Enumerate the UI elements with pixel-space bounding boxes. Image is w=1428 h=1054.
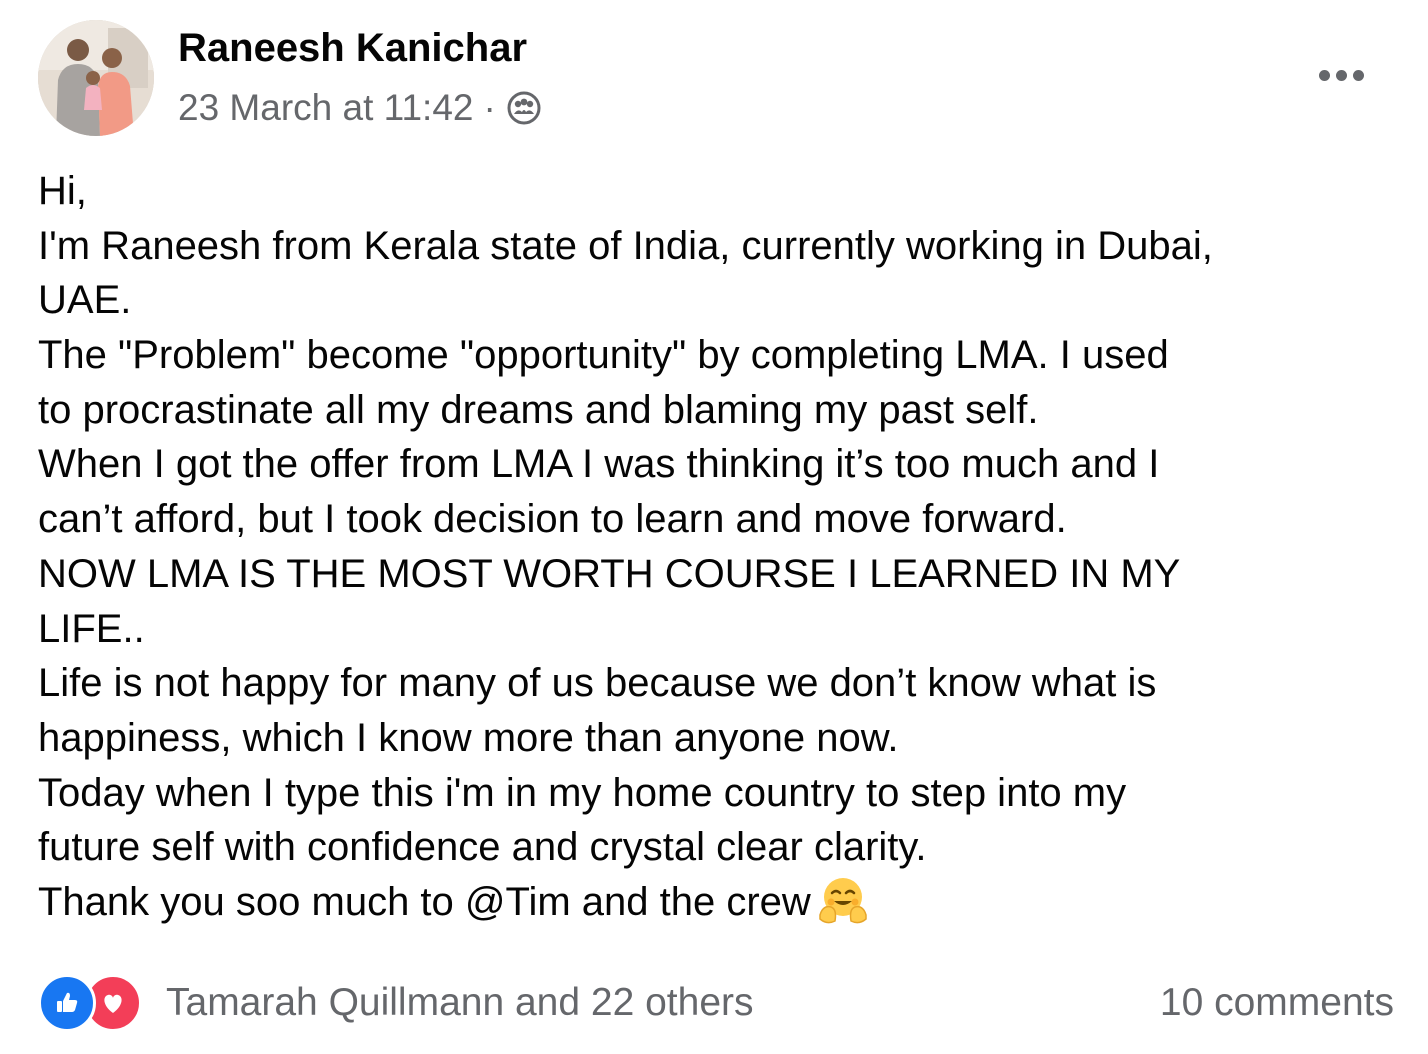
post-footer: Tamarah Quillmann and 22 others 10 comme… — [0, 970, 1428, 1034]
post-text-line: Hi, — [38, 169, 87, 213]
more-options-button[interactable] — [1310, 58, 1372, 92]
more-options-icon-dot — [1335, 69, 1347, 81]
post-text-line: UAE. — [38, 278, 132, 323]
post-text-line: I'm Raneesh from Kerala state of India, … — [38, 223, 1213, 268]
smiling-face-with-open-hands-emoji — [817, 875, 869, 927]
comments-count[interactable]: 10 comments — [1160, 976, 1394, 1030]
post-meta: 23 March at 11:42 · — [178, 86, 542, 130]
post-text-line: NOW LMA IS THE MOST WORTH COURSE I LEARN… — [38, 551, 1181, 596]
post-text-line: Life is not happy for many of us because… — [38, 661, 1157, 706]
author-avatar[interactable] — [38, 20, 154, 136]
meta-separator: · — [483, 87, 496, 128]
post-text-line: When I got the offer from LMA I was thin… — [38, 442, 1160, 487]
post-text-line: future self with confidence and crystal … — [38, 825, 927, 870]
group-audience-icon[interactable] — [506, 90, 542, 126]
reactors-text[interactable]: Tamarah Quillmann and 22 others — [166, 981, 754, 1025]
post-body: Hi, I'm Raneesh from Kerala state of Ind… — [38, 164, 1408, 930]
reactions-summary[interactable]: Tamarah Quillmann and 22 others — [38, 974, 754, 1032]
avatar-photo — [38, 20, 154, 136]
post-timestamp[interactable]: 23 March at 11:42 — [178, 87, 474, 129]
post-text-line: The "Problem" become "opportunity" by co… — [38, 333, 1169, 378]
post-text-line: can’t afford, but I took decision to lea… — [38, 497, 1067, 542]
post-header: Raneesh Kanichar 23 March at 11:42 · — [0, 0, 1428, 150]
post-text-line-last: Thank you soo much to @Tim and the crew — [38, 875, 1408, 930]
post-text-line: happiness, which I know more than anyone… — [38, 715, 899, 760]
post-text-line: LIFE.. — [38, 606, 145, 651]
author-name[interactable]: Raneesh Kanichar — [178, 26, 527, 71]
more-options-icon — [1318, 69, 1330, 81]
like-reaction-icon — [38, 974, 96, 1032]
post-text-line: Today when I type this i'm in my home co… — [38, 770, 1127, 815]
post-text-line: to procrastinate all my dreams and blami… — [38, 387, 1039, 432]
more-options-icon-dot — [1352, 69, 1364, 81]
post-text-line: Thank you soo much to @Tim and the crew — [38, 879, 811, 924]
